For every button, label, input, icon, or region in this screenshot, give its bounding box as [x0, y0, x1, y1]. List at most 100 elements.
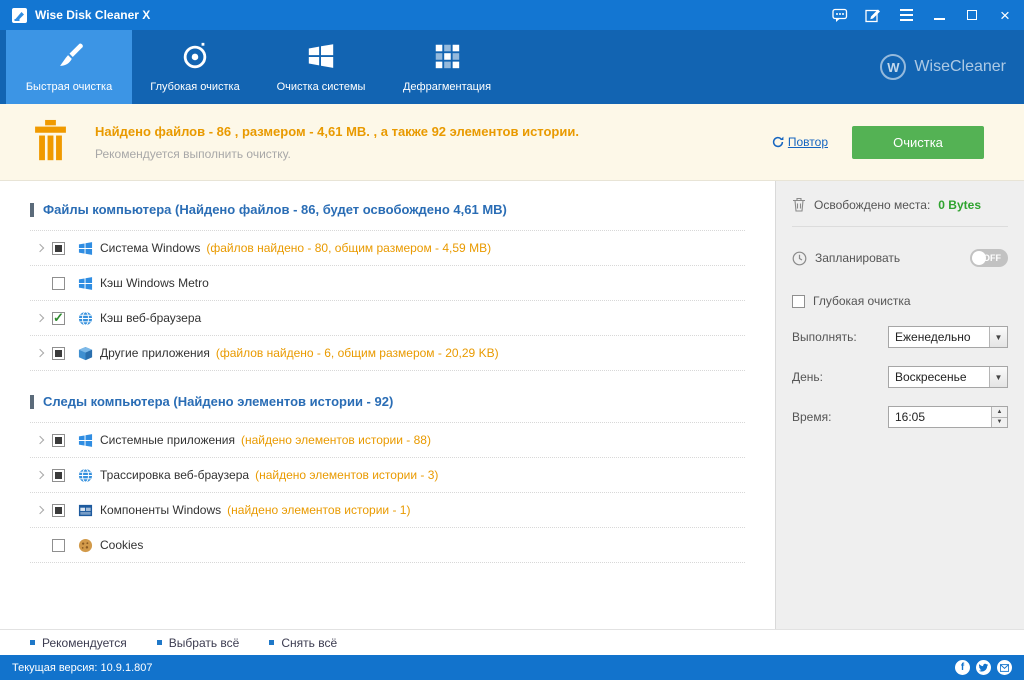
window-title: Wise Disk Cleaner X — [35, 8, 151, 22]
tree-row-windows-components[interactable]: Компоненты Windows (найдено элементов ис… — [30, 493, 745, 528]
facebook-icon[interactable]: f — [955, 660, 970, 675]
expand-arrow-icon[interactable] — [30, 505, 50, 515]
expand-arrow-icon[interactable] — [30, 243, 50, 253]
bullet-icon — [30, 640, 35, 645]
schedule-toggle[interactable]: OFF — [970, 249, 1008, 267]
globe-icon — [78, 310, 93, 326]
rescan-label: Повтор — [787, 135, 828, 149]
section-marker — [30, 394, 34, 409]
frequency-label: Выполнять: — [792, 330, 857, 344]
frequency-value: Еженедельно — [895, 330, 971, 344]
close-button[interactable]: × — [996, 6, 1014, 24]
time-value: 16:05 — [895, 410, 926, 424]
windows-flag-icon — [78, 241, 93, 256]
expand-arrow-icon[interactable] — [30, 470, 50, 480]
scan-results-tree: Файлы компьютера (Найдено файлов - 86, б… — [0, 181, 775, 629]
window-component-icon — [78, 503, 93, 518]
checkbox-partial[interactable] — [52, 468, 65, 482]
expand-arrow-icon[interactable] — [30, 348, 50, 358]
tab-label: Быстрая очистка — [25, 81, 113, 93]
refresh-icon — [772, 136, 784, 148]
expand-arrow-icon[interactable] — [30, 435, 50, 445]
brush-icon — [54, 41, 84, 74]
freed-space-value: 0 Bytes — [938, 197, 981, 212]
tree-row-cookies[interactable]: Cookies — [30, 528, 745, 563]
tree-row-windows-system[interactable]: Система Windows (файлов найдено - 80, об… — [30, 231, 745, 266]
tree-row-browser-traces[interactable]: Трассировка веб-браузера (найдено элемен… — [30, 458, 745, 493]
brand-name: WiseCleaner — [914, 58, 1006, 75]
windows-flag-icon — [78, 276, 93, 291]
package-box-icon — [78, 346, 93, 361]
tab-defrag[interactable]: Дефрагментация — [384, 30, 510, 104]
twitter-icon[interactable] — [976, 660, 991, 675]
time-field: Время: 16:05 ▲ ▼ — [792, 406, 1008, 428]
time-stepper[interactable]: ▲ ▼ — [991, 407, 1007, 427]
checkbox-partial[interactable] — [52, 503, 65, 517]
frequency-select[interactable]: Еженедельно ▼ — [888, 326, 1008, 348]
freed-space-label: Освобождено места: — [814, 197, 931, 212]
expand-arrow-placeholder — [30, 280, 50, 286]
select-all-link[interactable]: Выбрать всё — [156, 636, 239, 650]
checkbox-unchecked[interactable] — [52, 276, 65, 290]
section-title: Файлы компьютера (Найдено файлов - 86, б… — [43, 202, 507, 217]
tree-row-windows-metro-cache[interactable]: Кэш Windows Metro — [30, 266, 745, 301]
checkbox-partial[interactable] — [52, 241, 65, 255]
spin-down-icon[interactable]: ▼ — [992, 417, 1007, 427]
toggle-state-label: OFF — [983, 253, 1001, 263]
scan-recommendation: Рекомендуется выполнить очистку. — [95, 146, 291, 161]
tab-deep-clean[interactable]: Глубокая очистка — [132, 30, 258, 104]
checkbox-unchecked[interactable] — [52, 538, 65, 552]
day-select[interactable]: Воскресенье ▼ — [888, 366, 1008, 388]
tab-label: Очистка системы — [276, 81, 366, 93]
deep-clean-label: Глубокая очистка — [813, 294, 911, 308]
clock-icon — [792, 251, 807, 265]
checkbox-partial[interactable] — [52, 346, 65, 360]
tab-label: Дефрагментация — [402, 81, 492, 93]
recommended-link[interactable]: Рекомендуется — [30, 636, 127, 650]
email-icon[interactable] — [997, 660, 1012, 675]
clean-button[interactable]: Очистка — [852, 125, 984, 159]
deep-clean-checkbox[interactable] — [792, 294, 805, 308]
footer-actions: Рекомендуется Выбрать всё Снять всё — [0, 629, 1024, 655]
nav-tabbar: Быстрая очистка Глубокая очистка Очистка… — [0, 30, 1024, 104]
statusbar: Текущая версия: 10.9.1.807 f — [0, 655, 1024, 680]
item-label: Другие приложения — [100, 346, 210, 360]
minimize-button[interactable] — [930, 6, 948, 24]
tree-row-system-apps[interactable]: Системные приложения (найдено элементов … — [30, 423, 745, 458]
maximize-button[interactable] — [963, 6, 981, 24]
tab-quick-clean[interactable]: Быстрая очистка — [6, 30, 132, 104]
chevron-down-icon[interactable]: ▼ — [989, 327, 1007, 347]
edit-report-icon[interactable] — [864, 6, 882, 24]
expand-arrow-icon[interactable] — [30, 313, 50, 323]
tree-row-browser-cache[interactable]: Кэш веб-браузера — [30, 301, 745, 336]
frequency-field: Выполнять: Еженедельно ▼ — [792, 326, 1008, 348]
deselect-all-link[interactable]: Снять всё — [269, 636, 337, 650]
checkbox-checked[interactable] — [52, 310, 65, 326]
schedule-label: Запланировать — [815, 251, 901, 265]
schedule-row: Запланировать OFF — [792, 249, 1008, 267]
section-title: Следы компьютера (Найдено элементов исто… — [43, 394, 394, 409]
spin-up-icon[interactable]: ▲ — [992, 407, 1007, 418]
item-detail: (найдено элементов истории - 88) — [241, 433, 431, 447]
checkbox-partial[interactable] — [52, 433, 65, 447]
item-label: Системные приложения — [100, 433, 235, 447]
trash-outline-icon — [793, 197, 805, 212]
item-label: Кэш веб-браузера — [100, 311, 202, 325]
tab-system-clean[interactable]: Очистка системы — [258, 30, 384, 104]
time-input[interactable]: 16:05 ▲ ▼ — [888, 406, 1008, 428]
freed-space-row: Освобождено места: 0 Bytes — [792, 197, 1008, 227]
app-icon — [10, 6, 28, 24]
titlebar: Wise Disk Cleaner X × — [0, 0, 1024, 30]
scan-result-headline: Найдено файлов - 86 , размером - 4,61 MB… — [95, 123, 579, 139]
section-marker — [30, 202, 34, 217]
feedback-icon[interactable] — [831, 6, 849, 24]
expand-arrow-placeholder — [30, 542, 50, 548]
item-detail: (найдено элементов истории - 3) — [255, 468, 439, 482]
brand-logo: W WiseCleaner — [880, 30, 1006, 104]
menu-icon[interactable] — [897, 6, 915, 24]
chevron-down-icon[interactable]: ▼ — [989, 367, 1007, 387]
rescan-link[interactable]: Повтор — [772, 135, 828, 149]
tree-row-other-apps[interactable]: Другие приложения (файлов найдено - 6, о… — [30, 336, 745, 371]
day-field: День: Воскресенье ▼ — [792, 366, 1008, 388]
item-label: Cookies — [100, 538, 144, 552]
